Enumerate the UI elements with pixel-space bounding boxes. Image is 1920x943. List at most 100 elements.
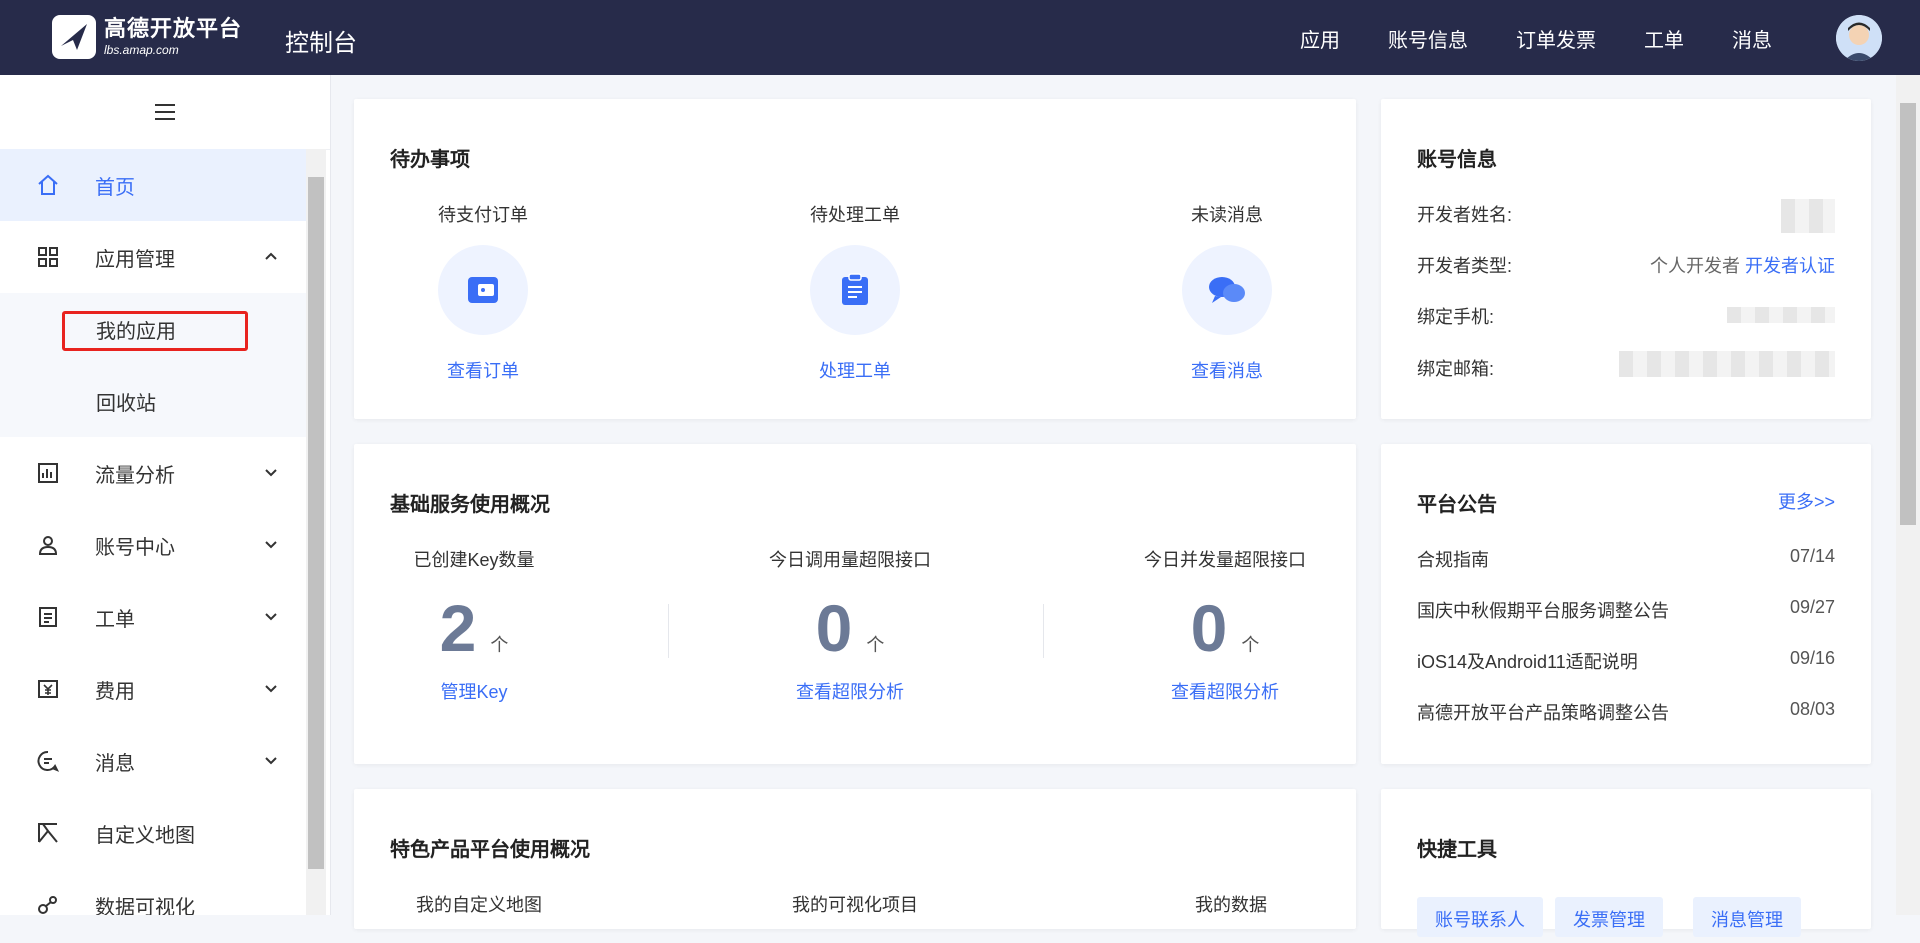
notice-more-link[interactable]: 更多>> [1778,488,1835,514]
handle-tickets-link[interactable]: 处理工单 [765,357,945,383]
sidebar-item-label: 工单 [95,608,135,631]
menu-toggle-button[interactable] [0,75,330,150]
sidebar-item-data-visualization[interactable]: 数据可视化 [0,869,306,915]
featured-card: 特色产品平台使用概况 我的自定义地图 我的可视化项目 我的数据 [354,789,1356,929]
view-messages-link[interactable]: 查看消息 [1137,357,1317,383]
notice-item[interactable]: 高德开放平台产品策略调整公告 08/03 [1417,699,1835,725]
sidebar-item-app-management[interactable]: 应用管理 [0,221,306,293]
account-contact-button[interactable]: 账号联系人 [1417,897,1543,937]
todo-col-title: 待支付订单 [438,205,528,225]
bound-email-label: 绑定邮箱: [1417,359,1495,379]
sidebar-item-recycle-bin[interactable]: 回收站 [0,365,306,437]
developer-name-label: 开发者姓名: [1417,205,1513,225]
nav-apps[interactable]: 应用 [1300,24,1340,53]
sidebar-item-label: 流量分析 [95,464,175,487]
visual-icon [38,896,57,914]
top-nav: 应用 账号信息 订单发票 工单 消息 [1300,24,1772,53]
sidebar-scroll-thumb[interactable] [308,177,324,869]
nav-tickets[interactable]: 工单 [1644,24,1684,53]
account-card: 账号信息 开发者姓名: 开发者类型: 个人开发者 开发者认证 绑定手机: 绑定邮… [1381,99,1871,419]
sidebar-item-messages[interactable]: 消息 [0,725,306,797]
chevron-up-icon [265,252,277,260]
nav-messages[interactable]: 消息 [1732,24,1772,53]
logo[interactable]: 高德开放平台 lbs.amap.com [52,15,242,59]
console-title: 控制台 [285,30,357,57]
main-scroll-thumb[interactable] [1900,103,1916,525]
view-orders-link[interactable]: 查看订单 [393,357,573,383]
nav-orders[interactable]: 订单发票 [1516,24,1596,53]
clipboard-icon [842,273,868,305]
view-call-limit-analysis-link[interactable]: 查看超限分析 [720,678,980,704]
sidebar-item-tickets[interactable]: 工单 [0,581,306,653]
sidebar-item-custom-map[interactable]: 自定义地图 [0,797,306,869]
stat-unit: 个 [866,635,885,655]
notice-text: 高德开放平台产品策略调整公告 [1417,703,1669,723]
sidebar-item-label: 消息 [95,752,135,775]
stat-unit: 个 [1241,635,1260,655]
todo-pending-tickets: 待处理工单 处理工单 [765,201,945,383]
sidebar-item-label: 应用管理 [95,248,175,271]
top-bar: 高德开放平台 lbs.amap.com 控制台 应用 账号信息 订单发票 工单 … [0,0,1920,75]
basic-service-title: 基础服务使用概况 [390,494,550,516]
view-concurrency-limit-analysis-link[interactable]: 查看超限分析 [1095,678,1355,704]
developer-certification-link[interactable]: 开发者认证 [1745,256,1835,276]
user-icon [38,536,58,555]
bound-phone-value [1727,304,1835,325]
home-icon [38,174,58,195]
featured-custom-map: 我的自定义地图 [416,895,542,915]
sidebar-item-account-center[interactable]: 账号中心 [0,509,306,581]
notice-item[interactable]: iOS14及Android11适配说明 09/16 [1417,648,1835,674]
featured-title: 特色产品平台使用概况 [390,839,590,861]
account-title: 账号信息 [1417,149,1497,171]
todo-col-icon-wrap [810,245,900,335]
stat-keys-created: 已创建Key数量 2个 管理Key [344,546,604,704]
todo-card: 待办事项 待支付订单 查看订单 待处理工单 处理工单 未读消息 查看消息 [354,99,1356,419]
logo-domain: lbs.amap.com [104,43,179,57]
logo-icon [52,15,96,59]
sidebar-item-label: 首页 [95,176,135,199]
notice-date: 09/27 [1789,597,1835,617]
stat-call-limit: 今日调用量超限接口 0个 查看超限分析 [720,546,980,704]
notice-item[interactable]: 国庆中秋假期平台服务调整公告 09/27 [1417,597,1835,623]
sidebar-item-traffic-analysis[interactable]: 流量分析 [0,437,306,509]
todo-col-icon-wrap [438,245,528,335]
sidebar-scrollbar[interactable] [306,149,326,915]
invoice-management-button[interactable]: 发票管理 [1555,897,1663,937]
sidebar-item-fees[interactable]: 费用 [0,653,306,725]
notice-date: 07/14 [1789,546,1835,566]
featured-my-data: 我的数据 [1195,895,1267,915]
chat-icon [1209,277,1245,303]
manage-key-link[interactable]: 管理Key [344,678,604,704]
stat-concurrency-limit: 今日并发量超限接口 0个 查看超限分析 [1095,546,1355,704]
main-scrollbar[interactable] [1896,75,1920,915]
bound-phone-label: 绑定手机: [1417,307,1495,327]
grid-icon [38,247,58,267]
message-icon [37,750,60,772]
sidebar-item-label: 账号中心 [95,536,175,559]
sidebar-item-home[interactable]: 首页 [0,149,306,221]
todo-col-title: 未读消息 [1191,205,1263,225]
message-management-button[interactable]: 消息管理 [1693,897,1801,937]
chevron-down-icon [265,469,277,477]
avatar[interactable] [1836,15,1882,61]
todo-col-icon-wrap [1182,245,1272,335]
sidebar-item-label: 自定义地图 [95,824,195,847]
todo-col-title: 待处理工单 [810,205,900,225]
developer-name-value [1781,199,1835,233]
bound-email-value [1619,351,1835,377]
menu-list: 首页 应用管理 我的应用 回收站 流量分析 账号中心 工单 费用 消息 自定义地… [0,149,306,915]
divider [668,604,669,658]
stat-value: 2 [439,591,477,665]
notice-card: 平台公告 更多>> 合规指南 07/14 国庆中秋假期平台服务调整公告 09/27 … [1381,444,1871,764]
notice-item[interactable]: 合规指南 07/14 [1417,546,1835,572]
ticket-icon [39,607,57,627]
notice-text: 国庆中秋假期平台服务调整公告 [1417,601,1669,621]
chevron-down-icon [265,685,277,693]
stat-title: 今日并发量超限接口 [1144,550,1306,570]
nav-account[interactable]: 账号信息 [1388,24,1468,53]
sidebar-item-label: 回收站 [96,392,156,415]
hamburger-icon [155,104,175,120]
notice-title: 平台公告 [1417,494,1497,516]
chevron-down-icon [265,541,277,549]
tools-card: 快捷工具 账号联系人 发票管理 消息管理 [1381,789,1871,937]
